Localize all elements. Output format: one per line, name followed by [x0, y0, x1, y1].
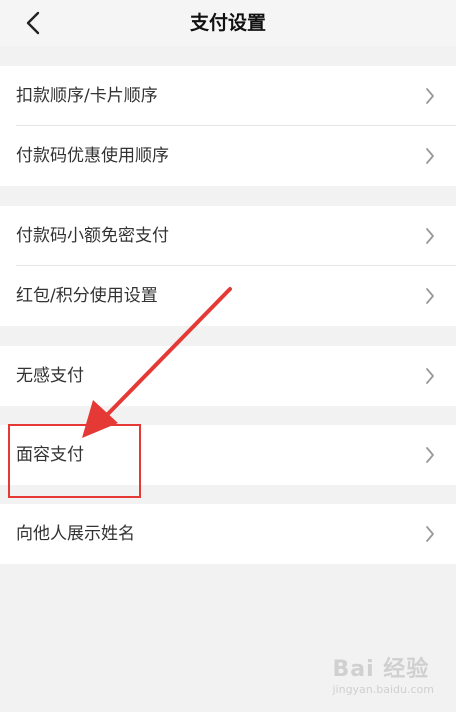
settings-item-small-password-free[interactable]: 付款码小额免密支付: [0, 206, 456, 266]
watermark-text: Bai 经验: [332, 657, 430, 682]
settings-group-1: 扣款顺序/卡片顺序 付款码优惠使用顺序: [0, 66, 456, 186]
chevron-right-icon: [426, 228, 434, 244]
settings-item-coupon-order[interactable]: 付款码优惠使用顺序: [0, 126, 456, 186]
settings-item-face-pay[interactable]: 面容支付: [0, 425, 456, 485]
settings-item-label: 向他人展示姓名: [16, 524, 135, 544]
chevron-right-icon: [426, 288, 434, 304]
settings-item-label: 面容支付: [16, 445, 84, 465]
settings-item-redpacket-points[interactable]: 红包/积分使用设置: [0, 266, 456, 326]
settings-item-label: 扣款顺序/卡片顺序: [16, 86, 158, 106]
watermark: Bai 经验 jingyan.baidu.com: [332, 651, 434, 696]
chevron-right-icon: [426, 447, 434, 463]
chevron-right-icon: [426, 526, 434, 542]
settings-item-show-name[interactable]: 向他人展示姓名: [0, 504, 456, 564]
settings-group-4: 面容支付: [0, 425, 456, 485]
settings-item-deduction-order[interactable]: 扣款顺序/卡片顺序: [0, 66, 456, 126]
settings-item-seamless-pay[interactable]: 无感支付: [0, 346, 456, 406]
settings-item-label: 红包/积分使用设置: [16, 286, 158, 306]
settings-group-5: 向他人展示姓名: [0, 504, 456, 564]
chevron-right-icon: [426, 88, 434, 104]
watermark-subtext: jingyan.baidu.com: [332, 683, 434, 696]
page-title: 支付设置: [189, 12, 266, 34]
nav-bar: 支付设置: [0, 0, 456, 46]
settings-item-label: 付款码小额免密支付: [16, 226, 169, 246]
settings-group-3: 无感支付: [0, 346, 456, 406]
chevron-right-icon: [426, 148, 434, 164]
settings-item-label: 付款码优惠使用顺序: [16, 146, 169, 166]
chevron-right-icon: [426, 368, 434, 384]
settings-group-2: 付款码小额免密支付 红包/积分使用设置: [0, 206, 456, 326]
settings-item-label: 无感支付: [16, 366, 84, 386]
